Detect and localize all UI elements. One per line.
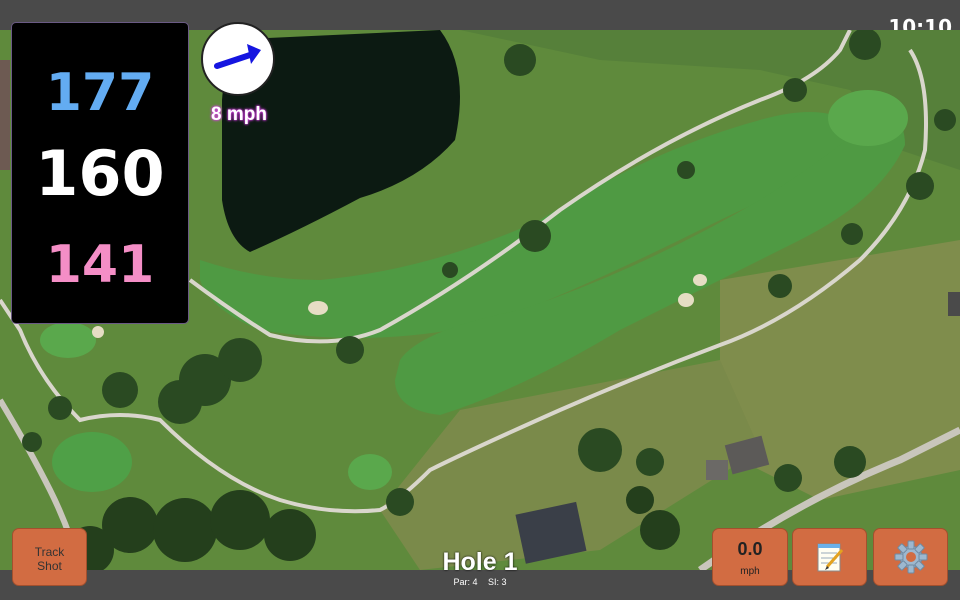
notes-button[interactable] — [792, 528, 867, 586]
track-shot-button[interactable]: Track Shot — [12, 528, 87, 586]
hole-title: Hole 1 — [442, 548, 518, 576]
speed-value: 0.0 — [737, 539, 763, 559]
wind-arrow-icon — [214, 44, 261, 69]
speed-button[interactable]: 0.0 mph — [712, 528, 788, 586]
back-distance: 177 — [45, 63, 155, 123]
hole-par: Par: 4 — [453, 577, 478, 587]
wind-speed: 8 mph — [211, 104, 267, 125]
gear-icon — [894, 540, 927, 574]
distance-panel: 177 160 141 — [11, 22, 189, 324]
track-shot-label-line1: Track — [34, 545, 65, 559]
speed-unit: mph — [740, 566, 760, 577]
hole-info: Par: 4 SI: 3 — [380, 577, 580, 587]
notepad-icon — [817, 543, 843, 572]
front-distance: 141 — [45, 235, 155, 295]
middle-distance: 160 — [35, 137, 165, 210]
hole-stroke-index: SI: 3 — [488, 577, 507, 587]
track-shot-label-line2: Shot — [37, 559, 62, 573]
settings-button[interactable] — [873, 528, 948, 586]
wind-indicator — [201, 22, 275, 96]
